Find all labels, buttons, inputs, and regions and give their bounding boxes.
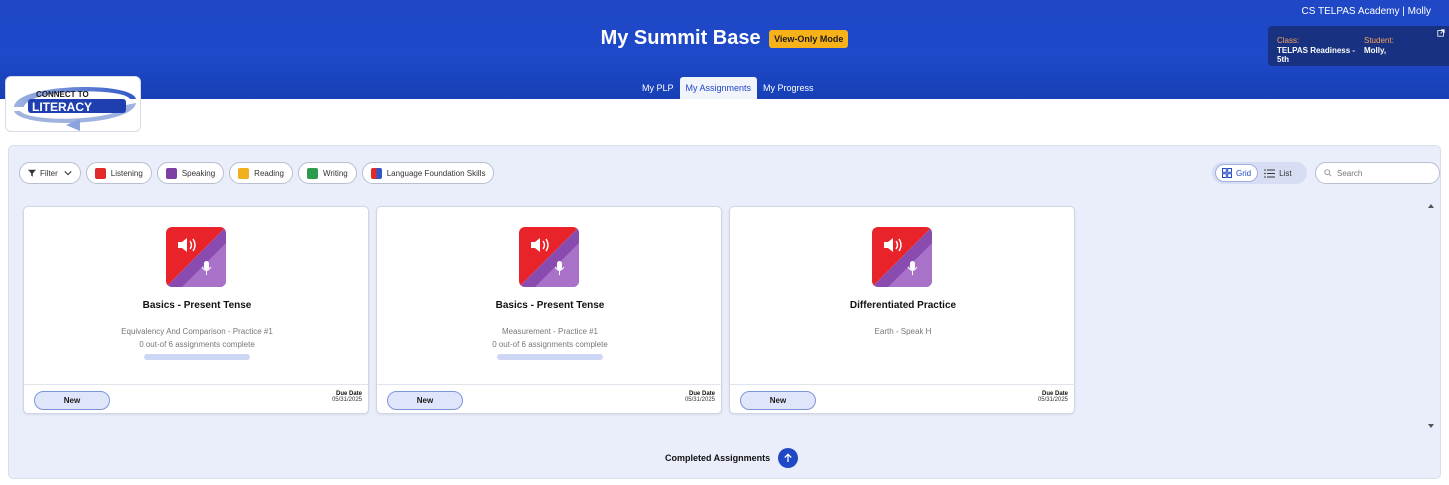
grid-icon (1222, 168, 1232, 178)
assignment-card[interactable]: Basics - Present Tense Equivalency And C… (23, 206, 370, 415)
listening-icon (94, 167, 106, 179)
completed-expand-button[interactable] (778, 448, 799, 468)
grid-view-button[interactable]: Grid (1215, 164, 1259, 182)
filter-chip-speaking[interactable]: Speaking (156, 162, 225, 184)
listening-speaking-icon (872, 227, 932, 287)
card-progress-bar (144, 354, 250, 360)
card-title: Basics - Present Tense (142, 300, 252, 311)
due-date: Due Date 05/31/2025 (332, 391, 362, 403)
status-new-button[interactable]: New (740, 391, 816, 410)
school-user-label: CS TELPAS Academy | Molly (1301, 6, 1432, 17)
list-icon (1264, 168, 1276, 178)
card-completion-count: 0 out-of 6 assignments complete (139, 340, 255, 349)
filter-chip-writing[interactable]: Writing (297, 162, 357, 184)
main-nav: My PLP My Assignments My Progress (636, 77, 820, 99)
filter-chip-language-foundation[interactable]: Language Foundation Skills (361, 162, 495, 184)
search-input[interactable] (1337, 168, 1432, 178)
search-box[interactable] (1315, 162, 1440, 184)
chip-label: Reading (254, 168, 284, 178)
listening-speaking-icon (166, 227, 226, 287)
card-subtitle: Equivalency And Comparison - Practice #1 (121, 327, 273, 336)
card-progress-bar (497, 354, 603, 360)
due-value: 05/31/2025 (331, 397, 362, 403)
view-toggle: Grid List (1212, 162, 1307, 184)
list-label: List (1279, 168, 1292, 178)
chevron-down-icon (64, 171, 72, 176)
arrow-up-icon (784, 453, 792, 462)
status-new-button[interactable]: New (34, 391, 110, 410)
external-link-icon[interactable] (1437, 29, 1445, 37)
filter-chip-reading[interactable]: Reading (229, 162, 293, 184)
class-label: Class: (1277, 36, 1300, 45)
chip-label: Listening (110, 168, 143, 178)
scroll-down-arrow-icon[interactable] (1428, 424, 1434, 428)
class-value: TELPAS Readiness - 5th (1277, 46, 1356, 64)
card-completion-count: 0 out-of 6 assignments complete (492, 340, 608, 349)
status-new-button[interactable]: New (387, 391, 463, 410)
card-footer: New Due Date 05/31/2025 (24, 384, 370, 415)
completed-assignments-label: Completed Assignments (665, 453, 771, 463)
logo-line1: CONNECT TO (36, 90, 89, 99)
card-title: Differentiated Practice (849, 300, 957, 311)
logo-graphic: CONNECT TO LITERACY (14, 87, 136, 131)
page-title: My Summit Base (600, 27, 761, 49)
title-row: My Summit Base View-Only Mode (0, 27, 1449, 50)
vertical-scrollbar[interactable] (1427, 202, 1435, 432)
due-value: 05/31/2025 (1037, 397, 1068, 403)
card-footer: New Due Date 05/31/2025 (730, 384, 1076, 415)
class-student-info[interactable]: Class: Student: TELPAS Readiness - 5th M… (1268, 26, 1449, 66)
search-icon (1324, 169, 1332, 177)
filter-bar: Filter Listening Speaking Reading Writin… (19, 162, 499, 184)
due-value: 05/31/2025 (684, 397, 715, 403)
reading-icon (238, 167, 250, 179)
assignment-card[interactable]: Differentiated Practice Earth - Speak H … (729, 206, 1076, 415)
language-foundation-icon (370, 167, 382, 179)
student-value: Molly, (1364, 46, 1387, 55)
assignments-panel: Filter Listening Speaking Reading Writin… (8, 145, 1441, 479)
filter-icon (28, 169, 36, 177)
student-label: Student: (1364, 36, 1394, 45)
app-header: CS TELPAS Academy | Molly My Summit Base… (0, 0, 1449, 99)
filter-chip-listening[interactable]: Listening (85, 162, 152, 184)
list-view-button[interactable]: List (1258, 164, 1297, 182)
speaking-icon (165, 167, 177, 179)
filter-label: Filter (40, 168, 58, 178)
grid-label: Grid (1236, 168, 1252, 178)
assignment-card[interactable]: Basics - Present Tense Measurement - Pra… (376, 206, 723, 415)
card-footer: New Due Date 05/31/2025 (377, 384, 723, 415)
filter-button[interactable]: Filter (19, 162, 81, 184)
card-subtitle: Earth - Speak H (874, 327, 932, 336)
view-only-badge: View-Only Mode (769, 29, 849, 48)
chip-label: Speaking (181, 168, 216, 178)
tab-my-progress[interactable]: My Progress (757, 77, 820, 99)
chip-label: Language Foundation Skills (386, 168, 486, 178)
chip-label: Writing (322, 168, 348, 178)
card-subtitle: Measurement - Practice #1 (501, 327, 599, 336)
tab-my-plp[interactable]: My PLP (636, 77, 680, 99)
scroll-up-arrow-icon[interactable] (1428, 204, 1434, 208)
logo-line2: LITERACY (32, 100, 92, 114)
connect-to-literacy-logo[interactable]: CONNECT TO LITERACY (5, 76, 141, 132)
card-title: Basics - Present Tense (495, 300, 605, 311)
completed-assignments-toggle[interactable]: Completed Assignments (665, 448, 799, 468)
due-date: Due Date 05/31/2025 (1038, 391, 1068, 403)
due-date: Due Date 05/31/2025 (685, 391, 715, 403)
writing-icon (306, 167, 318, 179)
listening-speaking-icon (519, 227, 579, 287)
tab-my-assignments[interactable]: My Assignments (679, 77, 758, 99)
